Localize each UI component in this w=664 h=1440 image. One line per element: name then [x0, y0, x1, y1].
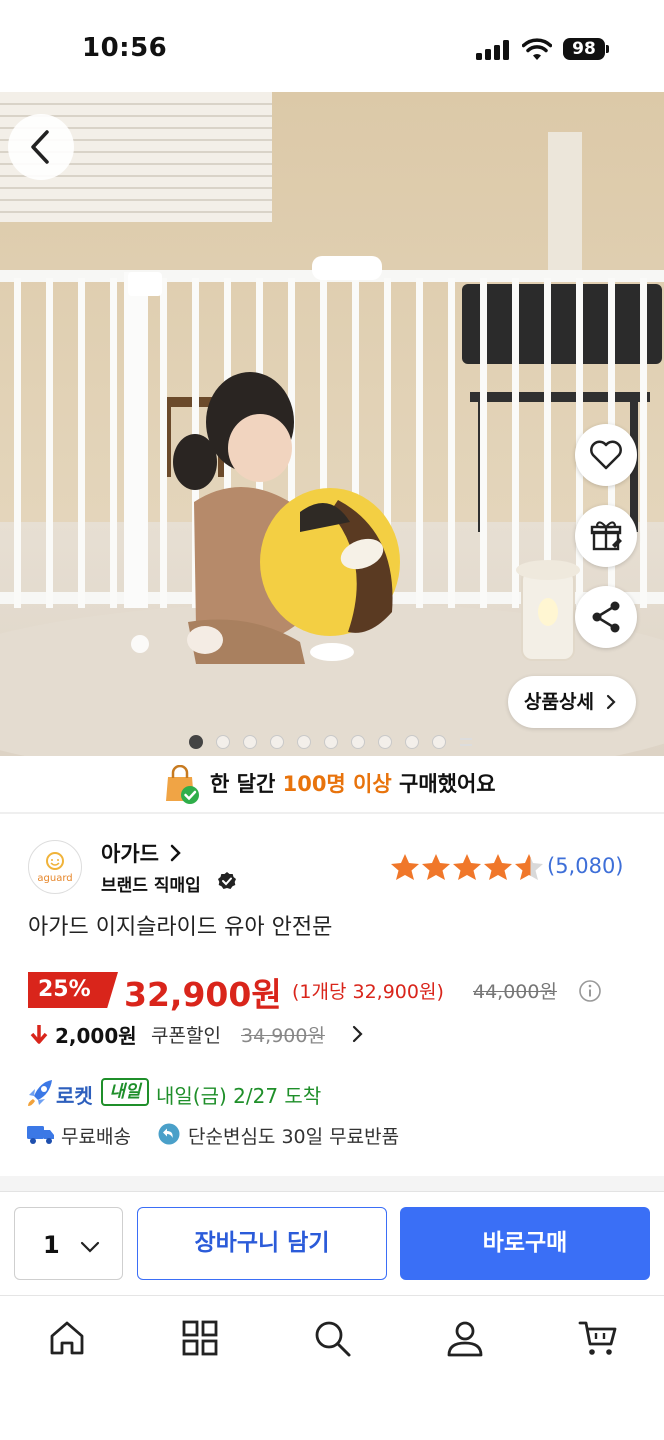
pagination-dot[interactable]	[324, 735, 338, 749]
quantity-selector[interactable]: 1	[14, 1207, 123, 1280]
chevron-right-icon	[606, 694, 616, 710]
info-icon[interactable]	[578, 979, 602, 1003]
coupon-label[interactable]: 쿠폰할인	[151, 1021, 221, 1048]
cart-icon[interactable]	[578, 1318, 618, 1358]
pagination-dot[interactable]	[270, 735, 284, 749]
pagination-more-icon	[460, 738, 472, 746]
divider	[0, 1295, 664, 1296]
purchase-count-banner: 한 달간 100명 이상 구매했어요	[0, 756, 664, 812]
brand-logo-text: aguard	[37, 873, 72, 884]
arrival-date: 내일(금) 2/27 도착	[156, 1084, 322, 1108]
brand-logo[interactable]: aguard	[28, 840, 82, 894]
user-icon[interactable]	[445, 1318, 485, 1358]
pagination-dot[interactable]	[432, 735, 446, 749]
banner-highlight: 100명 이상	[282, 772, 392, 796]
product-title: 아가드 이지슬라이드 유아 안전문	[28, 915, 333, 940]
truck-icon	[27, 1126, 54, 1144]
wishlist-button[interactable]	[575, 424, 637, 486]
share-button[interactable]	[575, 586, 637, 648]
free-return-label: 단순변심도 30일 무료반품	[188, 1126, 400, 1148]
brand-name-link[interactable]: 아가드	[101, 838, 159, 868]
buy-now-button[interactable]: 바로구매	[400, 1207, 650, 1280]
signal-icon	[476, 40, 510, 60]
rocket-delivery-label: 로켓	[56, 1084, 93, 1108]
grid-icon[interactable]	[180, 1318, 220, 1358]
product-photo	[0, 92, 664, 756]
battery-icon: 98	[563, 38, 605, 60]
chevron-right-icon[interactable]	[166, 843, 184, 863]
coupon-original-price: 34,900원	[241, 1025, 325, 1047]
free-shipping-label: 무료배송	[61, 1126, 131, 1148]
chevron-down-icon	[80, 1241, 100, 1253]
pagination-dot[interactable]	[216, 735, 230, 749]
tomorrow-badge: 내일	[101, 1078, 149, 1106]
coupon-amount[interactable]: 2,000원	[55, 1020, 137, 1049]
wifi-icon	[522, 38, 552, 60]
quantity-value: 1	[43, 1231, 60, 1259]
arrow-down-icon	[30, 1025, 48, 1044]
banner-text-pre: 한 달간	[210, 772, 283, 796]
product-image[interactable]: 상품상세	[0, 92, 664, 756]
gift-icon	[590, 521, 622, 551]
review-count-link[interactable]: (5,080)	[547, 854, 624, 878]
original-price: 44,000원	[473, 981, 557, 1003]
pagination-dot[interactable]	[405, 735, 419, 749]
pagination-dot[interactable]	[189, 735, 203, 749]
divider	[0, 812, 664, 814]
brand-logo-image: aguard	[37, 852, 73, 884]
shopping-bag-check-icon	[166, 765, 199, 804]
discount-badge: 25%	[28, 972, 118, 1008]
share-icon	[592, 601, 620, 633]
pagination-dot[interactable]	[378, 735, 392, 749]
section-divider	[0, 1176, 664, 1192]
home-icon[interactable]	[47, 1318, 87, 1358]
banner-text-post: 구매했어요	[391, 772, 496, 796]
rocket-icon	[28, 1080, 52, 1106]
rating-stars[interactable]	[390, 853, 544, 881]
status-bar: 10:56 98	[0, 0, 664, 92]
product-detail-button[interactable]: 상품상세	[508, 676, 636, 728]
search-icon[interactable]	[312, 1318, 352, 1358]
brand-direct-label: 브랜드 직매입	[101, 876, 201, 896]
pagination-dot[interactable]	[351, 735, 365, 749]
back-button[interactable]	[8, 114, 74, 180]
image-pagination[interactable]	[189, 735, 472, 749]
pagination-dot[interactable]	[243, 735, 257, 749]
sale-price: 32,900원	[124, 975, 282, 1014]
star-icon	[391, 854, 419, 880]
unit-price: (1개당 32,900원)	[292, 981, 444, 1003]
chevron-left-icon	[31, 130, 49, 164]
chevron-right-icon[interactable]	[349, 1024, 365, 1044]
star-icon	[484, 854, 512, 880]
pagination-dot[interactable]	[297, 735, 311, 749]
star-half-icon	[515, 854, 543, 880]
return-icon	[158, 1123, 180, 1145]
star-icon	[453, 854, 481, 880]
gift-button[interactable]	[575, 505, 637, 567]
star-icon	[422, 854, 450, 880]
status-time: 10:56	[82, 33, 168, 63]
product-detail-label: 상품상세	[524, 691, 594, 713]
verified-badge-icon	[218, 872, 236, 889]
battery-tip	[606, 45, 609, 53]
add-to-cart-button[interactable]: 장바구니 담기	[137, 1207, 387, 1280]
heart-icon	[590, 440, 622, 470]
